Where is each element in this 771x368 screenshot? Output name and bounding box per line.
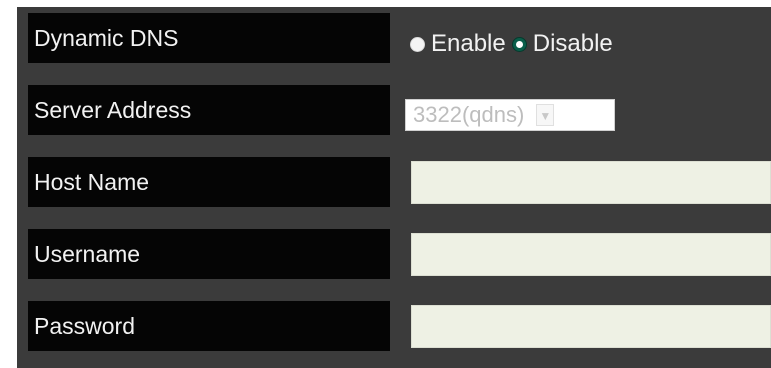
radio-unchecked-icon[interactable] bbox=[410, 36, 425, 52]
password-field bbox=[396, 295, 771, 353]
server-address-row: Server Address 3322(qdns) ▼ bbox=[17, 79, 771, 137]
page-margin bbox=[0, 0, 17, 368]
dynamic-dns-row: Dynamic DNS Enable Disable bbox=[17, 7, 771, 65]
radio-checked-icon[interactable] bbox=[511, 36, 527, 52]
enable-radio-option[interactable]: Enable bbox=[410, 30, 506, 58]
host-name-field bbox=[396, 151, 771, 209]
server-address-field: 3322(qdns) ▼ bbox=[396, 79, 771, 137]
password-row: Password bbox=[17, 295, 771, 353]
disable-radio-option[interactable]: Disable bbox=[511, 30, 613, 58]
disable-radio-label[interactable]: Disable bbox=[533, 30, 613, 58]
username-label: Username bbox=[28, 229, 390, 279]
username-field bbox=[396, 223, 771, 281]
dynamic-dns-radio-group: Enable Disable bbox=[410, 29, 613, 59]
dynamic-dns-field: Enable Disable bbox=[396, 7, 771, 65]
username-input[interactable] bbox=[411, 233, 771, 276]
server-address-selected-value: 3322(qdns) bbox=[413, 102, 525, 127]
server-address-label: Server Address bbox=[28, 85, 390, 135]
enable-radio-label[interactable]: Enable bbox=[431, 30, 506, 58]
chevron-down-icon[interactable]: ▼ bbox=[536, 104, 555, 126]
username-row: Username bbox=[17, 223, 771, 281]
host-name-row: Host Name bbox=[17, 151, 771, 209]
host-name-label: Host Name bbox=[28, 157, 390, 207]
dynamic-dns-label: Dynamic DNS bbox=[28, 13, 390, 63]
dynamic-dns-settings-panel: Dynamic DNS Enable Disable Server Addres… bbox=[17, 7, 771, 368]
host-name-input[interactable] bbox=[411, 161, 771, 204]
password-label: Password bbox=[28, 301, 390, 351]
server-address-select[interactable]: 3322(qdns) ▼ bbox=[405, 99, 615, 131]
password-input[interactable] bbox=[411, 305, 771, 348]
